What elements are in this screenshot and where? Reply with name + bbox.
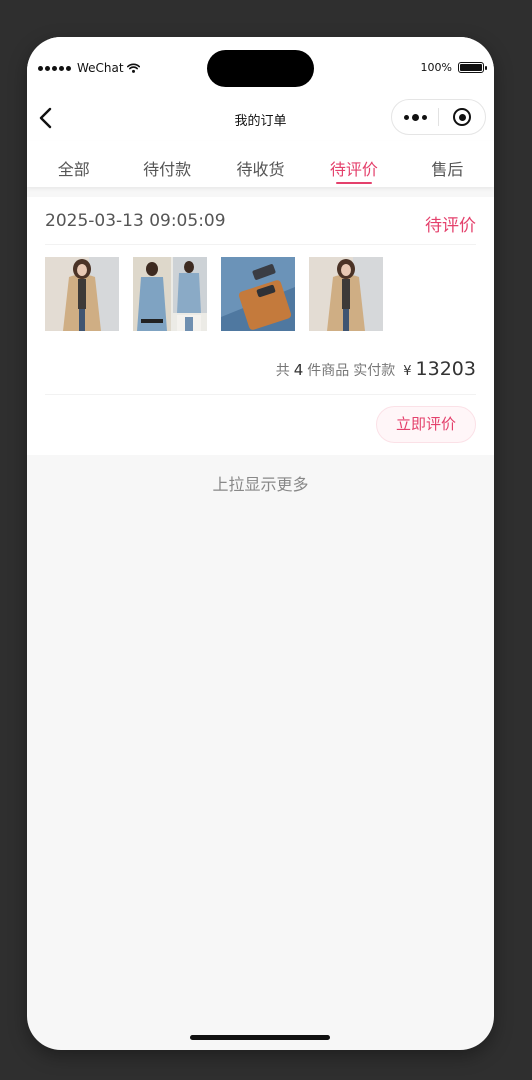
signal-carrier: WeChat: [38, 61, 140, 75]
battery-fill: [460, 64, 482, 71]
summary-prefix: 共: [275, 363, 290, 379]
product-image-trench-coat[interactable]: [45, 257, 119, 331]
blue-coat-image: [133, 257, 207, 331]
tab-after-sales[interactable]: 售后: [401, 141, 494, 187]
product-image-blue-coat[interactable]: [133, 257, 207, 331]
phone-screen: WeChat 100% 我的订单 全部 待付款 待收货 待评价 售后 2025-…: [27, 37, 494, 1050]
paid-amount: 13203: [415, 358, 476, 380]
tab-label: 待收货: [236, 160, 285, 179]
currency-symbol: ¥: [403, 364, 412, 379]
trench-coat-image: [309, 257, 383, 331]
tab-label: 全部: [57, 160, 90, 179]
home-indicator[interactable]: [190, 1035, 330, 1040]
tab-pending-receipt[interactable]: 待收货: [214, 141, 307, 187]
divider: [45, 394, 476, 395]
close-mini-program-button[interactable]: [439, 100, 485, 134]
trench-coat-image: [45, 257, 119, 331]
product-image-smartphone[interactable]: [221, 257, 295, 331]
navigation-bar: 我的订单: [27, 95, 494, 141]
status-bar: WeChat 100%: [27, 37, 494, 95]
tab-label: 待付款: [143, 160, 192, 179]
order-time: 2025-03-13 09:05:09: [45, 211, 226, 231]
order-header: 2025-03-13 09:05:09 待评价: [45, 197, 476, 245]
tab-pending-review[interactable]: 待评价: [307, 141, 400, 187]
tab-all[interactable]: 全部: [27, 141, 120, 187]
order-tabs: 全部 待付款 待收货 待评价 售后: [27, 141, 494, 187]
product-image-trench-coat[interactable]: [309, 257, 383, 331]
battery-status: 100%: [420, 61, 487, 74]
more-button[interactable]: [392, 100, 438, 134]
battery-percentage: 100%: [420, 61, 452, 74]
battery-icon: [458, 62, 487, 73]
target-circle-icon: [453, 108, 471, 126]
more-dots-icon: [403, 114, 409, 120]
order-card[interactable]: 2025-03-13 09:05:09 待评价 共 4 件商品 实付款 ¥ 13…: [27, 197, 494, 455]
tab-label: 售后: [431, 160, 464, 179]
load-more-hint: 上拉显示更多: [212, 475, 309, 494]
tab-pending-payment[interactable]: 待付款: [120, 141, 213, 187]
paid-label: 实付款: [353, 363, 396, 379]
mini-program-capsule: [391, 99, 486, 135]
product-thumbnails: [45, 257, 383, 331]
carrier-name: WeChat: [77, 61, 124, 75]
tab-label: 待评价: [329, 160, 378, 179]
item-count: 4: [293, 361, 304, 379]
order-summary: 共 4 件商品 实付款 ¥ 13203: [276, 358, 476, 380]
review-now-button[interactable]: 立即评价: [376, 406, 476, 443]
summary-suffix: 件商品: [307, 363, 350, 379]
smartphone-image: [221, 257, 295, 331]
order-status: 待评价: [425, 216, 476, 236]
wifi-icon: [126, 63, 140, 73]
active-tab-indicator: [335, 182, 372, 184]
dynamic-island: [207, 50, 314, 87]
signal-icon: [38, 65, 71, 71]
